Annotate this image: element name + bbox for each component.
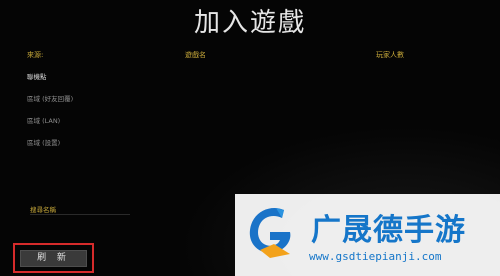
refresh-button[interactable]: 刷 新	[20, 250, 87, 267]
column-header-source[interactable]: 來源:	[27, 50, 43, 60]
column-header-game-name[interactable]: 遊戲名	[185, 50, 206, 60]
column-header-players[interactable]: 玩家人數	[376, 50, 404, 60]
watermark-brand-name: 广晟德手游	[311, 213, 466, 248]
watermark-url: www.gsdtiepianji.com	[309, 250, 442, 263]
source-list: 聯機點 區域 (好友回覆) 區域 (LAN) 區域 (設置)	[27, 72, 73, 160]
source-item-online[interactable]: 聯機點	[27, 72, 73, 94]
source-item-friends[interactable]: 區域 (好友回覆)	[27, 94, 73, 116]
search-name-label[interactable]: 搜尋名稱	[30, 204, 56, 214]
source-item-settings[interactable]: 區域 (設置)	[27, 138, 73, 160]
search-field[interactable]	[30, 214, 130, 215]
source-item-lan[interactable]: 區域 (LAN)	[27, 116, 73, 138]
page-title: 加入遊戲	[193, 8, 306, 38]
gsd-logo-icon	[249, 208, 291, 258]
